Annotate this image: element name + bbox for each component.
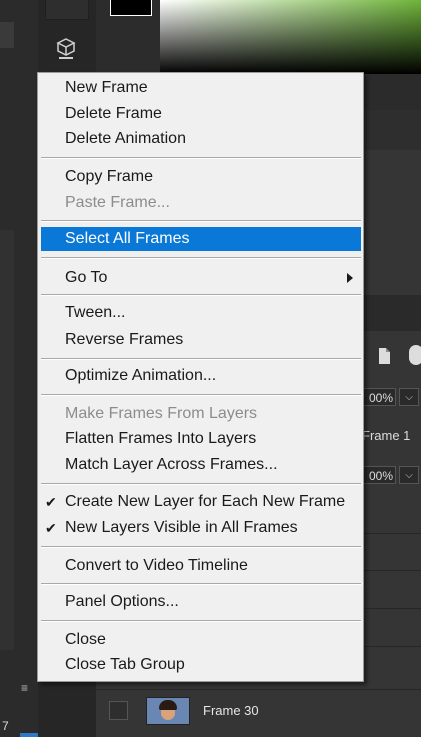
- frame-number: 7: [2, 719, 9, 733]
- menu-item-new-frame[interactable]: New Frame: [41, 76, 361, 100]
- menu-item-new-layers-visible-in-all-frames[interactable]: ✔ New Layers Visible in All Frames: [41, 516, 361, 540]
- fill-value[interactable]: 00%: [362, 466, 396, 484]
- menu-item-tween[interactable]: Tween...: [41, 301, 361, 325]
- opacity-value[interactable]: 00%: [362, 388, 396, 406]
- left-panel-tab[interactable]: [0, 22, 14, 48]
- color-picker-field[interactable]: [160, 0, 421, 74]
- menu-separator: [41, 583, 361, 585]
- menu-separator: [41, 358, 361, 360]
- menu-item-delete-frame[interactable]: Delete Frame: [41, 102, 361, 126]
- menu-item-make-frames-from-layers: Make Frames From Layers: [65, 405, 258, 422]
- panel-menu-icon[interactable]: ≡: [21, 681, 28, 695]
- menu-item-convert-to-video-timeline[interactable]: Convert to Video Timeline: [41, 554, 361, 578]
- menu-separator: [41, 394, 361, 396]
- menu-item-copy-frame[interactable]: Copy Frame: [41, 165, 361, 189]
- new-document-icon[interactable]: [376, 347, 392, 365]
- left-panel-strip: [0, 0, 38, 737]
- menu-separator: [41, 157, 361, 159]
- menu-separator: [41, 546, 361, 548]
- menu-item-panel-options[interactable]: Panel Options...: [41, 590, 361, 614]
- menu-item-paste-frame: Paste Frame...: [65, 194, 170, 211]
- chevron-down-icon[interactable]: ⌵: [399, 388, 419, 406]
- menu-separator: [41, 294, 361, 296]
- chevron-down-icon[interactable]: ⌵: [399, 466, 419, 484]
- 3d-cube-icon[interactable]: [55, 37, 77, 61]
- frame-thumbnail[interactable]: [146, 697, 190, 725]
- left-panel-body: [0, 230, 14, 650]
- menu-separator: [41, 220, 361, 222]
- menu-separator: [41, 257, 361, 259]
- checkmark-icon: ✔: [45, 494, 57, 510]
- menu-separator: [41, 620, 361, 622]
- layer-row-divider: [96, 689, 421, 690]
- menu-item-go-to[interactable]: Go To: [41, 266, 361, 290]
- foreground-color-swatch[interactable]: [110, 0, 152, 16]
- context-menu: New Frame Delete Frame Delete Animation …: [37, 72, 364, 682]
- menu-item-close-tab-group[interactable]: Close Tab Group: [41, 653, 361, 677]
- menu-item-optimize-animation[interactable]: Optimize Animation...: [41, 364, 361, 388]
- visibility-checkbox[interactable]: [109, 701, 128, 720]
- menu-item-match-layer-across-frames[interactable]: Match Layer Across Frames...: [41, 453, 361, 477]
- menu-item-close[interactable]: Close: [41, 628, 361, 652]
- menu-item-reverse-frames[interactable]: Reverse Frames: [41, 328, 361, 352]
- menu-item-create-new-layer-for-each-new-frame[interactable]: ✔ Create New Layer for Each New Frame: [41, 490, 361, 514]
- menu-item-delete-animation[interactable]: Delete Animation: [41, 127, 361, 151]
- frame-name[interactable]: Frame 30: [203, 703, 259, 718]
- checkmark-icon: ✔: [45, 520, 57, 536]
- menu-separator: [41, 483, 361, 485]
- menu-item-flatten-frames-into-layers[interactable]: Flatten Frames Into Layers: [41, 427, 361, 451]
- toggle-switch[interactable]: [409, 345, 421, 365]
- menu-item-select-all-frames[interactable]: Select All Frames: [41, 227, 361, 251]
- layer-name-partial: Frame 1: [362, 428, 411, 443]
- tool-button[interactable]: [45, 0, 89, 20]
- selection-indicator: [20, 733, 38, 737]
- submenu-arrow-icon: [347, 273, 353, 283]
